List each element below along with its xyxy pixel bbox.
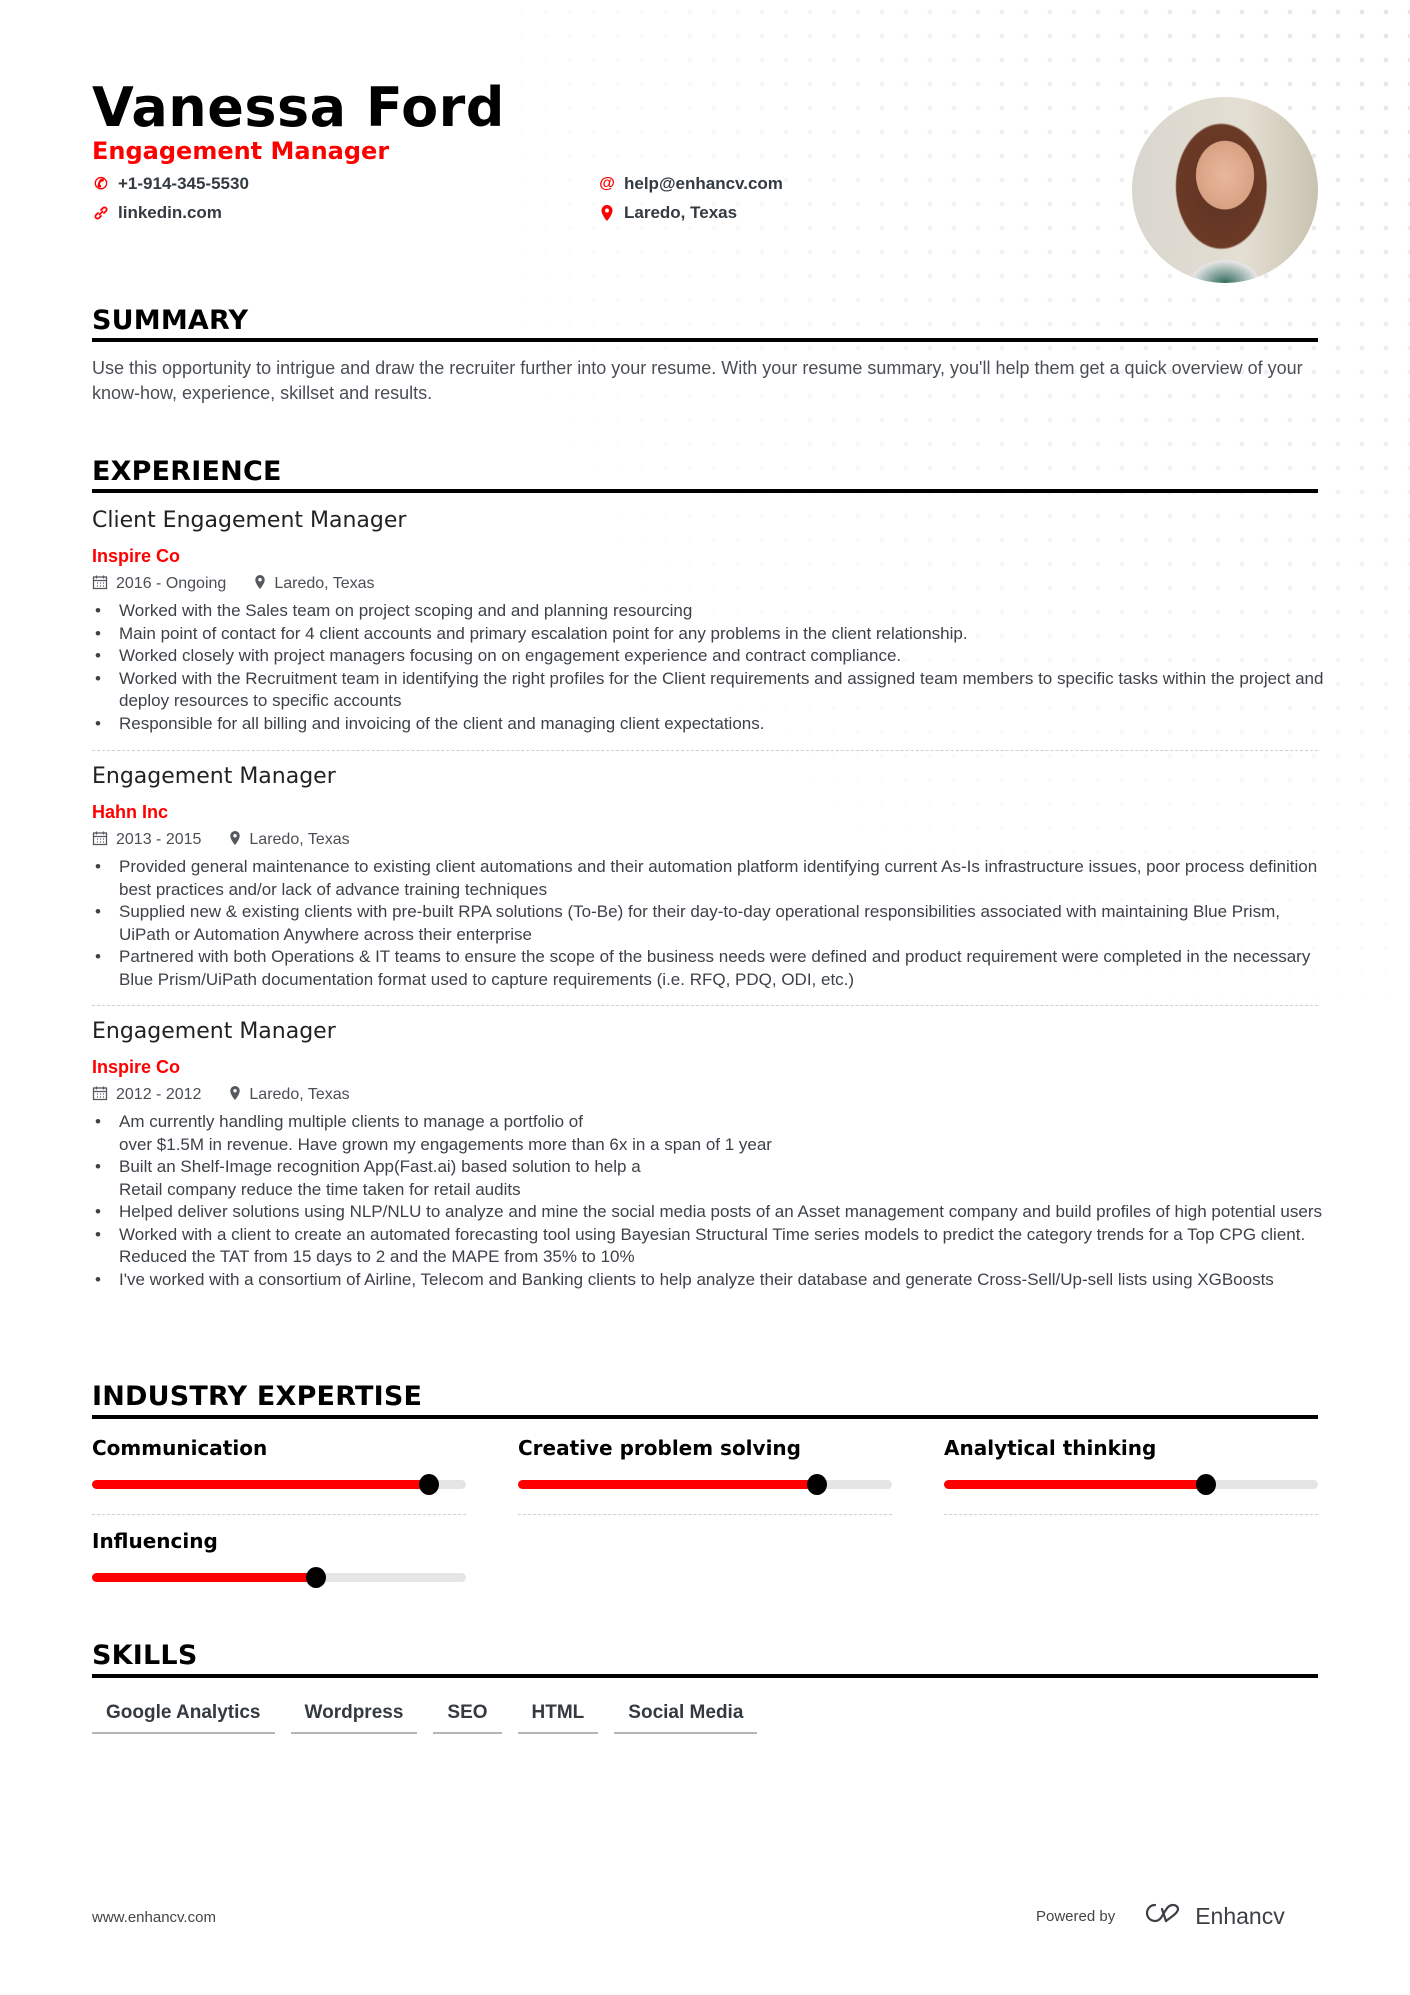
contact-email[interactable]: @ help@enhancv.com bbox=[598, 174, 783, 194]
section-heading-industry-expertise: INDUSTRY EXPERTISE bbox=[92, 1381, 423, 1412]
at-icon: @ bbox=[599, 175, 615, 192]
expertise-label: Creative problem solving bbox=[518, 1436, 801, 1460]
expertise-level-knob bbox=[418, 1474, 439, 1495]
enhancv-brand-text: Enhancv bbox=[1195, 1902, 1285, 1929]
email-text: help@enhancv.com bbox=[624, 174, 783, 193]
summary-text: Use this opportunity to intrigue and dra… bbox=[92, 358, 1303, 403]
skill-tag: Google Analytics bbox=[92, 1698, 275, 1734]
powered-by-text: Powered by bbox=[1036, 1907, 1116, 1925]
expertise-level-knob bbox=[807, 1474, 828, 1495]
bullet-item: Responsible for all billing and invoicin… bbox=[92, 713, 1332, 736]
bullet-item: Worked closely with project managers foc… bbox=[92, 645, 1332, 668]
contact-linkedin[interactable]: linkedin.com bbox=[92, 203, 222, 223]
item-divider bbox=[518, 1514, 892, 1515]
calendar-icon bbox=[92, 1085, 108, 1105]
calendar-icon bbox=[92, 830, 108, 850]
job-meta: 2013 - 2015 Laredo, Texas bbox=[92, 830, 378, 850]
skill-tag: HTML bbox=[517, 1698, 599, 1734]
contact-location: Laredo, Texas bbox=[598, 203, 737, 223]
section-rule bbox=[92, 489, 1318, 493]
bullet-item: Helped deliver solutions using NLP/NLU t… bbox=[92, 1201, 1332, 1224]
expertise-level-fill bbox=[92, 1573, 317, 1582]
bullet-item: Worked with a client to create an automa… bbox=[92, 1224, 1332, 1269]
company-name: Inspire Co bbox=[92, 546, 181, 566]
item-divider bbox=[944, 1514, 1318, 1515]
expertise-item: Creative problem solving bbox=[518, 1436, 892, 1515]
expertise-level-fill bbox=[944, 1480, 1206, 1489]
linkedin-text: linkedin.com bbox=[118, 203, 222, 222]
skill-tag: Wordpress bbox=[290, 1698, 418, 1734]
section-rule bbox=[92, 1674, 1318, 1678]
job-meta: 2016 - Ongoing Laredo, Texas bbox=[92, 574, 403, 594]
section-rule bbox=[92, 1415, 1318, 1419]
phone-icon: ✆ bbox=[94, 176, 108, 193]
candidate-name: Vanessa Ford bbox=[92, 76, 505, 139]
location-pin-icon bbox=[254, 574, 266, 594]
entry-divider bbox=[92, 1005, 1318, 1006]
contact-phone[interactable]: ✆ +1-914-345-5530 bbox=[92, 174, 249, 194]
company-name: Inspire Co bbox=[92, 1057, 181, 1077]
job-bullets: Am currently handling multiple clients t… bbox=[92, 1111, 1332, 1291]
expertise-level-bar bbox=[92, 1567, 466, 1588]
expertise-level-knob bbox=[306, 1567, 327, 1588]
footer-website-link[interactable]: www.enhancv.com bbox=[92, 1909, 216, 1926]
section-heading-summary: SUMMARY bbox=[92, 305, 249, 336]
job-location: Laredo, Texas bbox=[274, 575, 375, 592]
expertise-level-bar bbox=[518, 1474, 892, 1495]
phone-text: +1-914-345-5530 bbox=[118, 174, 249, 193]
expertise-item: Analytical thinking bbox=[944, 1436, 1318, 1515]
job-title: Engagement Manager bbox=[92, 764, 336, 789]
location-pin-icon bbox=[229, 830, 241, 850]
expertise-level-fill bbox=[518, 1480, 818, 1489]
section-rule bbox=[92, 338, 1318, 342]
bullet-item: Built an Shelf-Image recognition App(Fas… bbox=[92, 1156, 1332, 1201]
location-pin-icon bbox=[229, 1085, 241, 1105]
job-bullets: Worked with the Sales team on project sc… bbox=[92, 600, 1332, 735]
bullet-item: Worked with the Recruitment team in iden… bbox=[92, 668, 1332, 713]
bullet-item: Partnered with both Operations & IT team… bbox=[92, 946, 1332, 991]
location-text: Laredo, Texas bbox=[624, 203, 738, 222]
candidate-title: Engagement Manager bbox=[92, 137, 390, 165]
bullet-item: Worked with the Sales team on project sc… bbox=[92, 600, 1332, 623]
location-pin-icon bbox=[598, 204, 616, 222]
expertise-label: Influencing bbox=[92, 1529, 218, 1553]
job-title: Engagement Manager bbox=[92, 1019, 336, 1044]
entry-divider bbox=[92, 750, 1318, 751]
job-dates: 2013 - 2015 bbox=[116, 831, 202, 848]
expertise-label: Analytical thinking bbox=[944, 1436, 1157, 1460]
job-location: Laredo, Texas bbox=[249, 831, 350, 848]
expertise-item: Influencing bbox=[92, 1529, 466, 1588]
job-bullets: Provided general maintenance to existing… bbox=[92, 856, 1332, 991]
job-meta: 2012 - 2012 Laredo, Texas bbox=[92, 1085, 378, 1105]
skills-list: Google Analytics Wordpress SEO HTML Soci… bbox=[92, 1698, 758, 1734]
bullet-item: Provided general maintenance to existing… bbox=[92, 856, 1332, 901]
expertise-level-knob bbox=[1195, 1474, 1216, 1495]
expertise-item: Communication bbox=[92, 1436, 466, 1515]
bullet-item: Am currently handling multiple clients t… bbox=[92, 1111, 1332, 1156]
bullet-item: I've worked with a consortium of Airline… bbox=[92, 1269, 1332, 1292]
section-heading-experience: EXPERIENCE bbox=[92, 456, 282, 487]
footer-powered-by: Powered by Enhancv bbox=[1036, 1900, 1285, 1932]
section-heading-skills: SKILLS bbox=[92, 1640, 198, 1671]
link-icon bbox=[92, 205, 110, 221]
expertise-level-bar bbox=[944, 1474, 1318, 1495]
enhancv-logo[interactable]: Enhancv bbox=[1141, 1900, 1285, 1932]
company-name: Hahn Inc bbox=[92, 802, 169, 822]
job-title: Client Engagement Manager bbox=[92, 508, 407, 533]
job-dates: 2016 - Ongoing bbox=[116, 575, 227, 592]
skill-tag: Social Media bbox=[614, 1698, 758, 1734]
job-location: Laredo, Texas bbox=[249, 1086, 350, 1103]
bullet-item: Supplied new & existing clients with pre… bbox=[92, 901, 1332, 946]
expertise-level-fill bbox=[92, 1480, 429, 1489]
profile-photo bbox=[1132, 97, 1318, 283]
expertise-label: Communication bbox=[92, 1436, 268, 1460]
skill-tag: SEO bbox=[433, 1698, 502, 1734]
enhancv-logo-icon bbox=[1141, 1900, 1185, 1932]
item-divider bbox=[92, 1514, 466, 1515]
job-dates: 2012 - 2012 bbox=[116, 1086, 202, 1103]
bullet-item: Main point of contact for 4 client accou… bbox=[92, 623, 1332, 646]
calendar-icon bbox=[92, 574, 108, 594]
expertise-level-bar bbox=[92, 1474, 466, 1495]
